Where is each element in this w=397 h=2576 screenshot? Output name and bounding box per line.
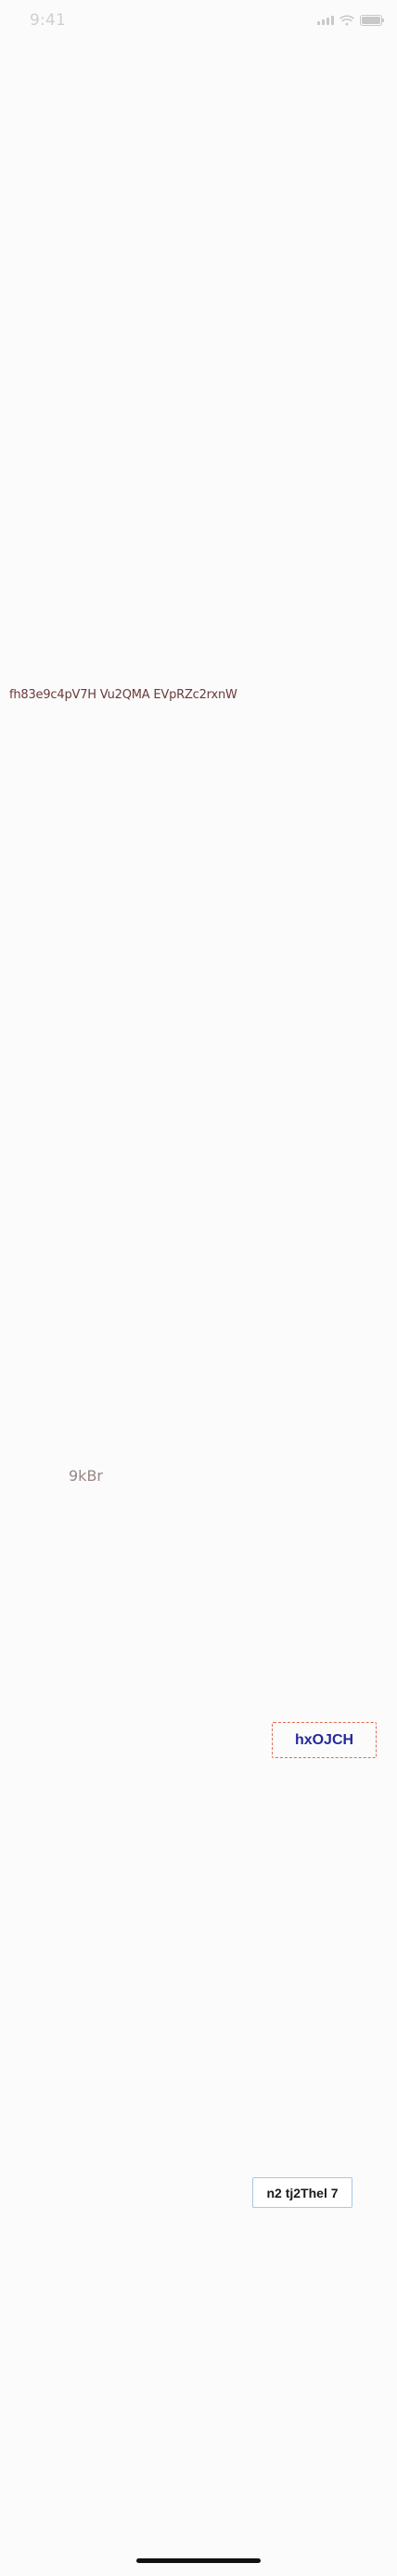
home-indicator [136, 2558, 261, 2563]
battery-icon [360, 15, 384, 26]
signal-icon [317, 16, 334, 25]
text-line-1: fh83e9c4pV7H Vu2QMA EVpRZc2rxnW [9, 688, 237, 702]
status-icons [317, 15, 384, 26]
wifi-icon [339, 15, 354, 26]
n2-tj2thel-7-button[interactable]: n2 tj2Thel 7 [252, 2177, 352, 2208]
text-9kbr: 9kBr [69, 1467, 103, 1485]
status-bar: 9:41 [0, 0, 397, 41]
hxojch-button[interactable]: hxOJCH [272, 1722, 377, 1758]
status-time: 9:41 [30, 11, 66, 30]
